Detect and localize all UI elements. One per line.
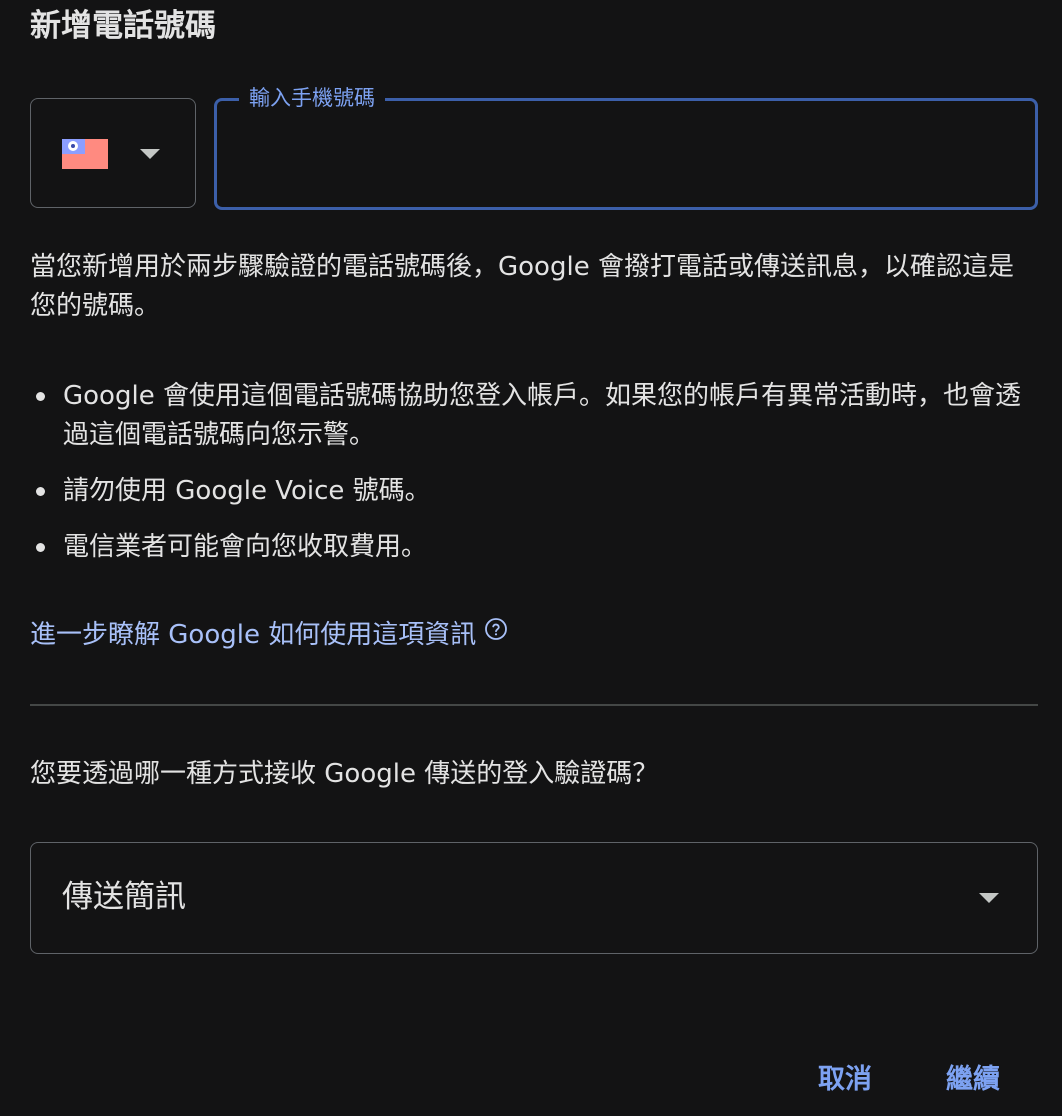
continue-button[interactable]: 繼續 <box>946 1058 1000 1102</box>
list-item-text: 請勿使用 Google Voice 號碼。 <box>63 476 431 506</box>
cancel-button[interactable]: 取消 <box>818 1058 872 1102</box>
learn-more-link[interactable]: 進一步瞭解 Google 如何使用這項資訊 <box>30 616 508 655</box>
phone-number-label: 輸入手機號碼 <box>239 84 385 112</box>
dialog-title: 新增電話號碼 <box>30 8 216 44</box>
phone-number-input[interactable] <box>247 129 1011 181</box>
flag-sun <box>68 141 78 151</box>
flag-canton <box>62 139 85 154</box>
bullet-dot <box>36 487 45 496</box>
learn-more-label: 進一步瞭解 Google 如何使用這項資訊 <box>30 620 477 650</box>
taiwan-flag-icon <box>62 139 108 169</box>
country-code-dropdown[interactable] <box>30 98 196 208</box>
info-list: Google 會使用這個電話號碼協助您登入帳戶。如果您的帳戶有異常活動時，也會透… <box>30 377 1030 584</box>
list-item: Google 會使用這個電話號碼協助您登入帳戶。如果您的帳戶有異常活動時，也會透… <box>30 377 1030 455</box>
list-item: 電信業者可能會向您收取費用。 <box>30 528 1030 567</box>
bullet-dot <box>36 543 45 552</box>
bullet-dot <box>36 392 45 401</box>
list-item: 請勿使用 Google Voice 號碼。 <box>30 472 1030 511</box>
list-item-text: 電信業者可能會向您收取費用。 <box>63 532 428 562</box>
description-text: 當您新增用於兩步驟驗證的電話號碼後，Google 會撥打電話或傳送訊息，以確認這… <box>30 252 1014 321</box>
list-item-text: Google 會使用這個電話號碼協助您登入帳戶。如果您的帳戶有異常活動時，也會透… <box>63 381 1021 450</box>
verification-method-question: 您要透過哪一種方式接收 Google 傳送的登入驗證碼？ <box>30 759 659 789</box>
section-divider <box>30 704 1038 706</box>
chevron-down-icon <box>140 149 160 159</box>
chevron-down-icon <box>979 893 999 903</box>
help-circle-icon[interactable] <box>484 614 508 653</box>
verification-method-value: 傳送簡訊 <box>62 879 186 915</box>
verification-method-dropdown[interactable]: 傳送簡訊 <box>30 842 1038 954</box>
phone-number-field[interactable]: 輸入手機號碼 <box>214 84 1038 210</box>
